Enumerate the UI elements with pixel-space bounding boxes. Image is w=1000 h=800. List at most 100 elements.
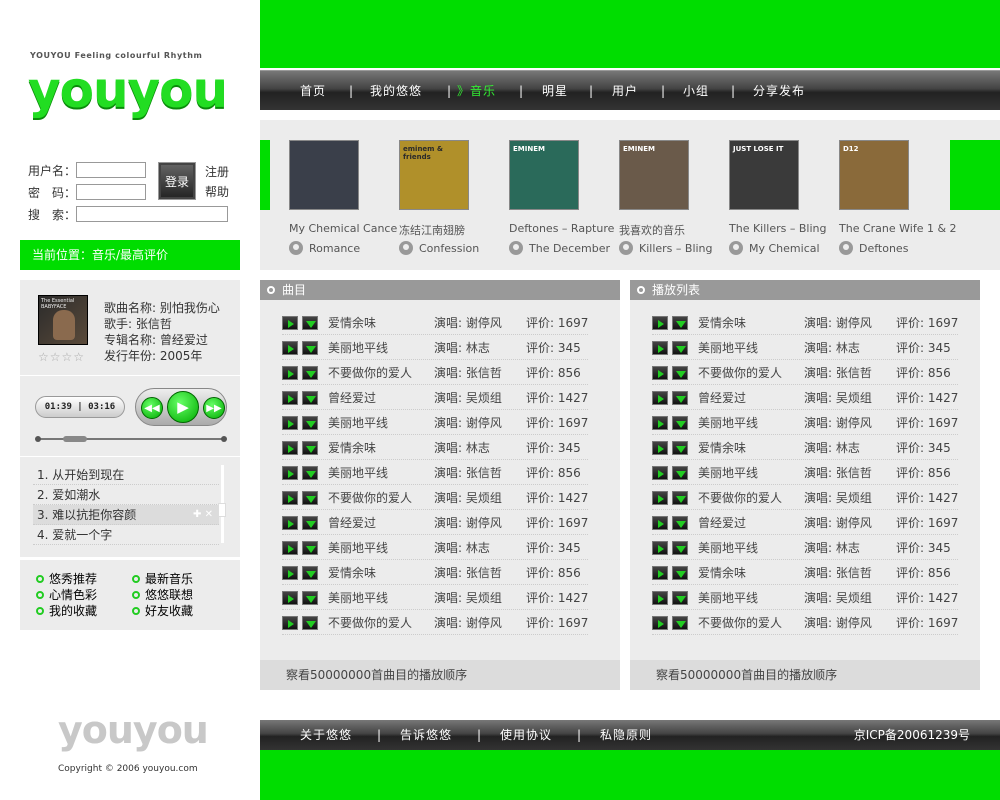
play-track-button[interactable] (652, 516, 668, 530)
song-title[interactable]: 美丽地平线 (698, 336, 758, 360)
play-track-button[interactable] (652, 591, 668, 605)
album-card[interactable]: My Chemical Cance Romance (289, 140, 409, 255)
download-button[interactable] (672, 491, 688, 505)
remove-icon[interactable]: ✕ (205, 509, 213, 520)
mini-playlist-item[interactable]: 3. 难以抗拒你容颜 ✚ ✕ (33, 505, 219, 525)
download-button[interactable] (302, 366, 318, 380)
play-track-button[interactable] (282, 391, 298, 405)
song-title[interactable]: 美丽地平线 (328, 336, 388, 360)
play-track-button[interactable] (652, 416, 668, 430)
song-title[interactable]: 不要做你的爱人 (698, 486, 782, 510)
quick-link[interactable]: 心情色彩 (36, 586, 97, 603)
download-button[interactable] (302, 341, 318, 355)
play-track-button[interactable] (282, 316, 298, 330)
footer-nav-item[interactable]: 私隐原则 (600, 720, 652, 750)
download-button[interactable] (672, 591, 688, 605)
download-button[interactable] (302, 441, 318, 455)
song-title[interactable]: 美丽地平线 (328, 536, 388, 560)
help-link[interactable]: 帮助 (205, 183, 229, 200)
play-track-button[interactable] (652, 541, 668, 555)
download-button[interactable] (672, 466, 688, 480)
username-input[interactable] (76, 162, 146, 178)
album-card[interactable]: EMINEM Deftones – Rapture The December (509, 140, 629, 255)
album-art[interactable]: D12 (839, 140, 909, 210)
song-title[interactable]: 不要做你的爱人 (698, 611, 782, 635)
seek-bar[interactable] (35, 436, 227, 442)
download-button[interactable] (302, 316, 318, 330)
song-title[interactable]: 爱情余味 (698, 561, 746, 585)
quick-link[interactable]: 最新音乐 (132, 570, 193, 587)
play-track-button[interactable] (282, 566, 298, 580)
play-track-button[interactable] (652, 616, 668, 630)
song-title[interactable]: 爱情余味 (328, 436, 376, 460)
album-title[interactable]: The Crane Wife 1 & 2 (839, 222, 957, 235)
album-title[interactable]: 冻结江南翅膀 (399, 222, 465, 238)
rating-stars[interactable]: ☆☆☆☆ (38, 350, 85, 364)
play-track-button[interactable] (652, 391, 668, 405)
mini-playlist-item[interactable]: 1. 从开始到现在 (33, 465, 219, 485)
play-track-button[interactable] (282, 591, 298, 605)
album-art[interactable]: eminem & friends (399, 140, 469, 210)
play-track-button[interactable] (282, 441, 298, 455)
mini-playlist-item[interactable]: 4. 爱就一个字 (33, 525, 219, 545)
album-card[interactable]: eminem & friends 冻结江南翅膀 Confession (399, 140, 519, 255)
download-button[interactable] (302, 616, 318, 630)
song-title[interactable]: 曾经爱过 (328, 511, 376, 535)
play-track-button[interactable] (652, 341, 668, 355)
search-input[interactable] (76, 206, 228, 222)
view-play-order-link[interactable]: 察看50000000首曲目的播放顺序 (630, 660, 980, 690)
album-card[interactable]: EMINEM 我喜欢的音乐 Killers – Bling (619, 140, 739, 255)
footer-nav-item[interactable]: 关于悠悠 (300, 720, 352, 750)
mini-playlist-scrollbar[interactable] (218, 465, 226, 543)
album-artist[interactable]: Deftones (839, 241, 908, 255)
play-track-button[interactable] (282, 491, 298, 505)
download-button[interactable] (302, 566, 318, 580)
song-title[interactable]: 美丽地平线 (698, 461, 758, 485)
play-button[interactable]: ▶ (167, 391, 199, 423)
download-button[interactable] (302, 466, 318, 480)
play-track-button[interactable] (652, 366, 668, 380)
password-input[interactable] (76, 184, 146, 200)
play-track-button[interactable] (282, 541, 298, 555)
album-title[interactable]: 我喜欢的音乐 (619, 222, 685, 238)
download-button[interactable] (302, 491, 318, 505)
play-track-button[interactable] (652, 466, 668, 480)
previous-button[interactable]: ◀◀ (141, 397, 163, 419)
quick-link[interactable]: 好友收藏 (132, 602, 193, 619)
download-button[interactable] (672, 366, 688, 380)
download-button[interactable] (672, 616, 688, 630)
download-button[interactable] (672, 391, 688, 405)
play-track-button[interactable] (652, 566, 668, 580)
next-button[interactable]: ▶▶ (203, 397, 225, 419)
nav-item[interactable]: 用户 (612, 71, 638, 111)
nav-item[interactable]: 小组 (683, 71, 709, 111)
album-card[interactable]: JUST LOSE IT The Killers – Bling My Chemic… (729, 140, 849, 255)
download-button[interactable] (302, 391, 318, 405)
song-title[interactable]: 美丽地平线 (328, 411, 388, 435)
album-artist[interactable]: The December (509, 241, 610, 255)
album-artist[interactable]: Confession (399, 241, 479, 255)
quick-link[interactable]: 我的收藏 (36, 602, 97, 619)
nav-item[interactable]: 分享发布 (753, 71, 805, 111)
album-art[interactable]: JUST LOSE IT (729, 140, 799, 210)
add-icon[interactable]: ✚ (193, 509, 205, 520)
song-title[interactable]: 不要做你的爱人 (328, 486, 412, 510)
album-artist[interactable]: My Chemical (729, 241, 820, 255)
song-title[interactable]: 爱情余味 (698, 436, 746, 460)
song-title[interactable]: 不要做你的爱人 (328, 611, 412, 635)
login-button[interactable]: 登录 (158, 162, 196, 200)
song-title[interactable]: 爱情余味 (328, 311, 376, 335)
play-track-button[interactable] (282, 341, 298, 355)
play-track-button[interactable] (652, 441, 668, 455)
footer-nav-item[interactable]: 告诉悠悠 (400, 720, 452, 750)
song-title[interactable]: 不要做你的爱人 (328, 361, 412, 385)
play-track-button[interactable] (282, 516, 298, 530)
play-track-button[interactable] (282, 466, 298, 480)
song-title[interactable]: 美丽地平线 (698, 536, 758, 560)
footer-nav-item[interactable]: 使用协议 (500, 720, 552, 750)
download-button[interactable] (302, 516, 318, 530)
download-button[interactable] (302, 416, 318, 430)
nav-item[interactable]: 首页 (300, 71, 326, 111)
download-button[interactable] (672, 441, 688, 455)
download-button[interactable] (672, 541, 688, 555)
